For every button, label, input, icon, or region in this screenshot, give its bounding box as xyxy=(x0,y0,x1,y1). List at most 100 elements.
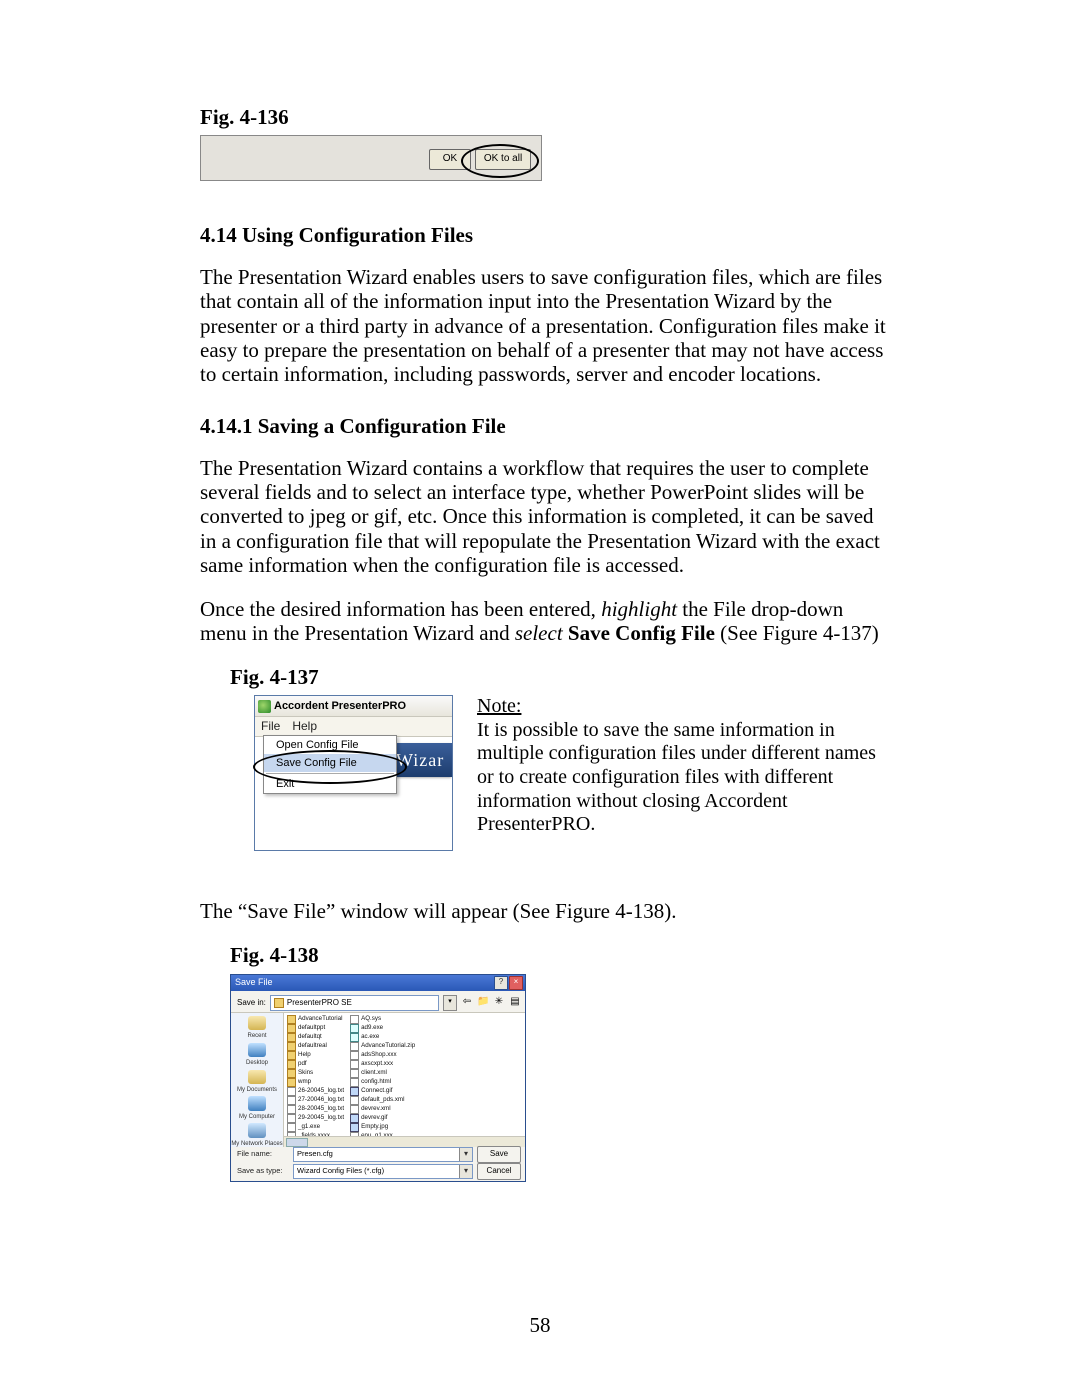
list-item[interactable]: 26-20045_log.txt xyxy=(287,1087,344,1096)
list-item[interactable]: 29-20045_log.txt xyxy=(287,1114,344,1123)
file-name: 29-20045_log.txt xyxy=(298,1114,344,1121)
save-in-combo[interactable]: PresenterPRO SE xyxy=(270,995,439,1011)
menu-item-exit[interactable]: Exit xyxy=(264,775,396,793)
fig-137-title: Accordent PresenterPRO xyxy=(274,700,406,713)
file-icon xyxy=(350,1060,359,1069)
file-icon xyxy=(350,1069,359,1078)
file-name: AdvanceTutorial xyxy=(298,1015,342,1022)
file-icon xyxy=(350,1024,359,1033)
save-button[interactable]: Save xyxy=(477,1146,521,1163)
list-item[interactable]: AdvanceTutorial.zip xyxy=(350,1042,415,1051)
new-folder-icon[interactable]: ✳ xyxy=(493,996,505,1010)
save-in-dropdown-icon[interactable]: ▾ xyxy=(443,995,457,1011)
back-icon[interactable]: ⇦ xyxy=(461,996,473,1010)
file-name: devrev.xml xyxy=(361,1105,390,1112)
file-menu-popup: Open Config File Save Config File Exit xyxy=(263,735,397,794)
file-name: adsShop.xxx xyxy=(361,1051,396,1058)
my-network-icon[interactable] xyxy=(248,1123,266,1137)
file-icon xyxy=(287,1078,296,1087)
p3-tail: (See Figure 4-137) xyxy=(715,621,879,645)
my-computer-label: My Computer xyxy=(239,1114,275,1121)
file-list[interactable]: AdvanceTutorial defaultpptdefaultqt defaul… xyxy=(284,1012,525,1147)
file-icon xyxy=(350,1015,359,1024)
type-dropdown-icon[interactable]: ▾ xyxy=(459,1165,472,1178)
list-item[interactable]: AdvanceTutorial xyxy=(287,1015,344,1024)
list-item[interactable]: axscxpt.xxx xyxy=(350,1060,415,1069)
heading-4-14-1: 4.14.1 Saving a Configuration File xyxy=(200,414,890,438)
file-icon xyxy=(350,1087,359,1096)
file-icon xyxy=(287,1069,296,1078)
file-name: Empty.jpg xyxy=(361,1123,388,1130)
file-name: axscxpt.xxx xyxy=(361,1060,393,1067)
list-item[interactable]: devrev.xml xyxy=(350,1105,415,1114)
list-item[interactable]: 28-20045_log.txt xyxy=(287,1105,344,1114)
heading-4-14: 4.14 Using Configuration Files xyxy=(200,223,890,247)
file-name: client.xml xyxy=(361,1069,387,1076)
list-item[interactable]: defaultqt xyxy=(287,1033,344,1042)
ok-to-all-button[interactable]: OK to all xyxy=(475,149,531,170)
file-icon xyxy=(287,1060,296,1069)
file-name: Skins xyxy=(298,1069,313,1076)
paragraph-3: Once the desired information has been en… xyxy=(200,597,890,645)
list-item[interactable]: Empty.jpg xyxy=(350,1123,415,1132)
file-icon xyxy=(287,1024,296,1033)
save-in-value: PresenterPRO SE xyxy=(287,998,352,1007)
list-item[interactable]: client.xml xyxy=(350,1069,415,1078)
list-item[interactable]: Skins xyxy=(287,1069,344,1078)
file-icon xyxy=(350,1078,359,1087)
fig-137-note: Note: It is possible to save the same in… xyxy=(477,695,890,837)
menu-help[interactable]: Help xyxy=(292,720,317,734)
my-documents-icon[interactable] xyxy=(248,1070,266,1084)
menu-item-save-config[interactable]: Save Config File xyxy=(264,754,396,772)
my-computer-icon[interactable] xyxy=(248,1096,266,1110)
filename-dropdown-icon[interactable]: ▾ xyxy=(459,1148,472,1161)
file-icon xyxy=(350,1123,359,1132)
fig-137-caption: Fig. 4-137 xyxy=(230,665,890,689)
recent-icon[interactable] xyxy=(248,1016,266,1030)
paragraph-1: The Presentation Wizard enables users to… xyxy=(200,265,890,386)
save-type-label: Save as type: xyxy=(237,1167,289,1176)
save-in-label: Save in: xyxy=(237,998,266,1007)
ok-button[interactable]: OK xyxy=(429,149,471,170)
list-item[interactable]: _g1.exe xyxy=(287,1123,344,1132)
file-icon xyxy=(287,1033,296,1042)
list-item[interactable]: pdf xyxy=(287,1060,344,1069)
help-icon[interactable]: ? xyxy=(494,976,508,990)
list-item[interactable]: config.html xyxy=(350,1078,415,1087)
file-icon xyxy=(350,1105,359,1114)
save-dialog-toolbar: Save in: PresenterPRO SE ▾ ⇦ 📁 ✳ ▤ xyxy=(231,991,525,1012)
views-icon[interactable]: ▤ xyxy=(509,996,521,1010)
menu-item-open-config[interactable]: Open Config File xyxy=(264,736,396,754)
list-item[interactable]: adsShop.xxx xyxy=(350,1051,415,1060)
list-item[interactable]: Help xyxy=(287,1051,344,1060)
my-documents-label: My Documents xyxy=(237,1087,277,1094)
file-name: default_pds.xml xyxy=(361,1096,404,1103)
file-icon xyxy=(350,1051,359,1060)
list-item[interactable]: default_pds.xml xyxy=(350,1096,415,1105)
file-name: config.html xyxy=(361,1078,391,1085)
list-item[interactable]: defaultreal xyxy=(287,1042,344,1051)
save-type-input[interactable]: Wizard Config Files (*.cfg)▾ xyxy=(293,1164,473,1179)
list-item[interactable]: defaultppt xyxy=(287,1024,344,1033)
list-item[interactable]: devrev.gif xyxy=(350,1114,415,1123)
app-logo-icon xyxy=(258,700,271,713)
file-name: defaultqt xyxy=(298,1033,322,1040)
desktop-icon[interactable] xyxy=(248,1043,266,1057)
p3-text: Once the desired information has been en… xyxy=(200,597,601,621)
up-folder-icon[interactable]: 📁 xyxy=(477,996,489,1010)
file-icon xyxy=(350,1042,359,1051)
file-name: _g1.exe xyxy=(298,1123,320,1130)
list-item[interactable]: AQ.sys xyxy=(350,1015,415,1024)
cancel-button[interactable]: Cancel xyxy=(477,1163,521,1180)
list-item[interactable]: wmp xyxy=(287,1078,344,1087)
list-item[interactable]: ad9.exe xyxy=(350,1024,415,1033)
close-icon[interactable]: × xyxy=(509,976,523,990)
paragraph-2: The Presentation Wizard contains a workf… xyxy=(200,456,890,577)
list-item[interactable]: 27-20046_log.txt xyxy=(287,1096,344,1105)
p3-highlight: highlight xyxy=(601,597,677,621)
file-icon xyxy=(350,1096,359,1105)
filename-input[interactable]: Presen.cfg▾ xyxy=(293,1147,473,1162)
list-item[interactable]: ac.exe xyxy=(350,1033,415,1042)
menu-file[interactable]: File xyxy=(261,720,280,734)
list-item[interactable]: Connect.gif xyxy=(350,1087,415,1096)
